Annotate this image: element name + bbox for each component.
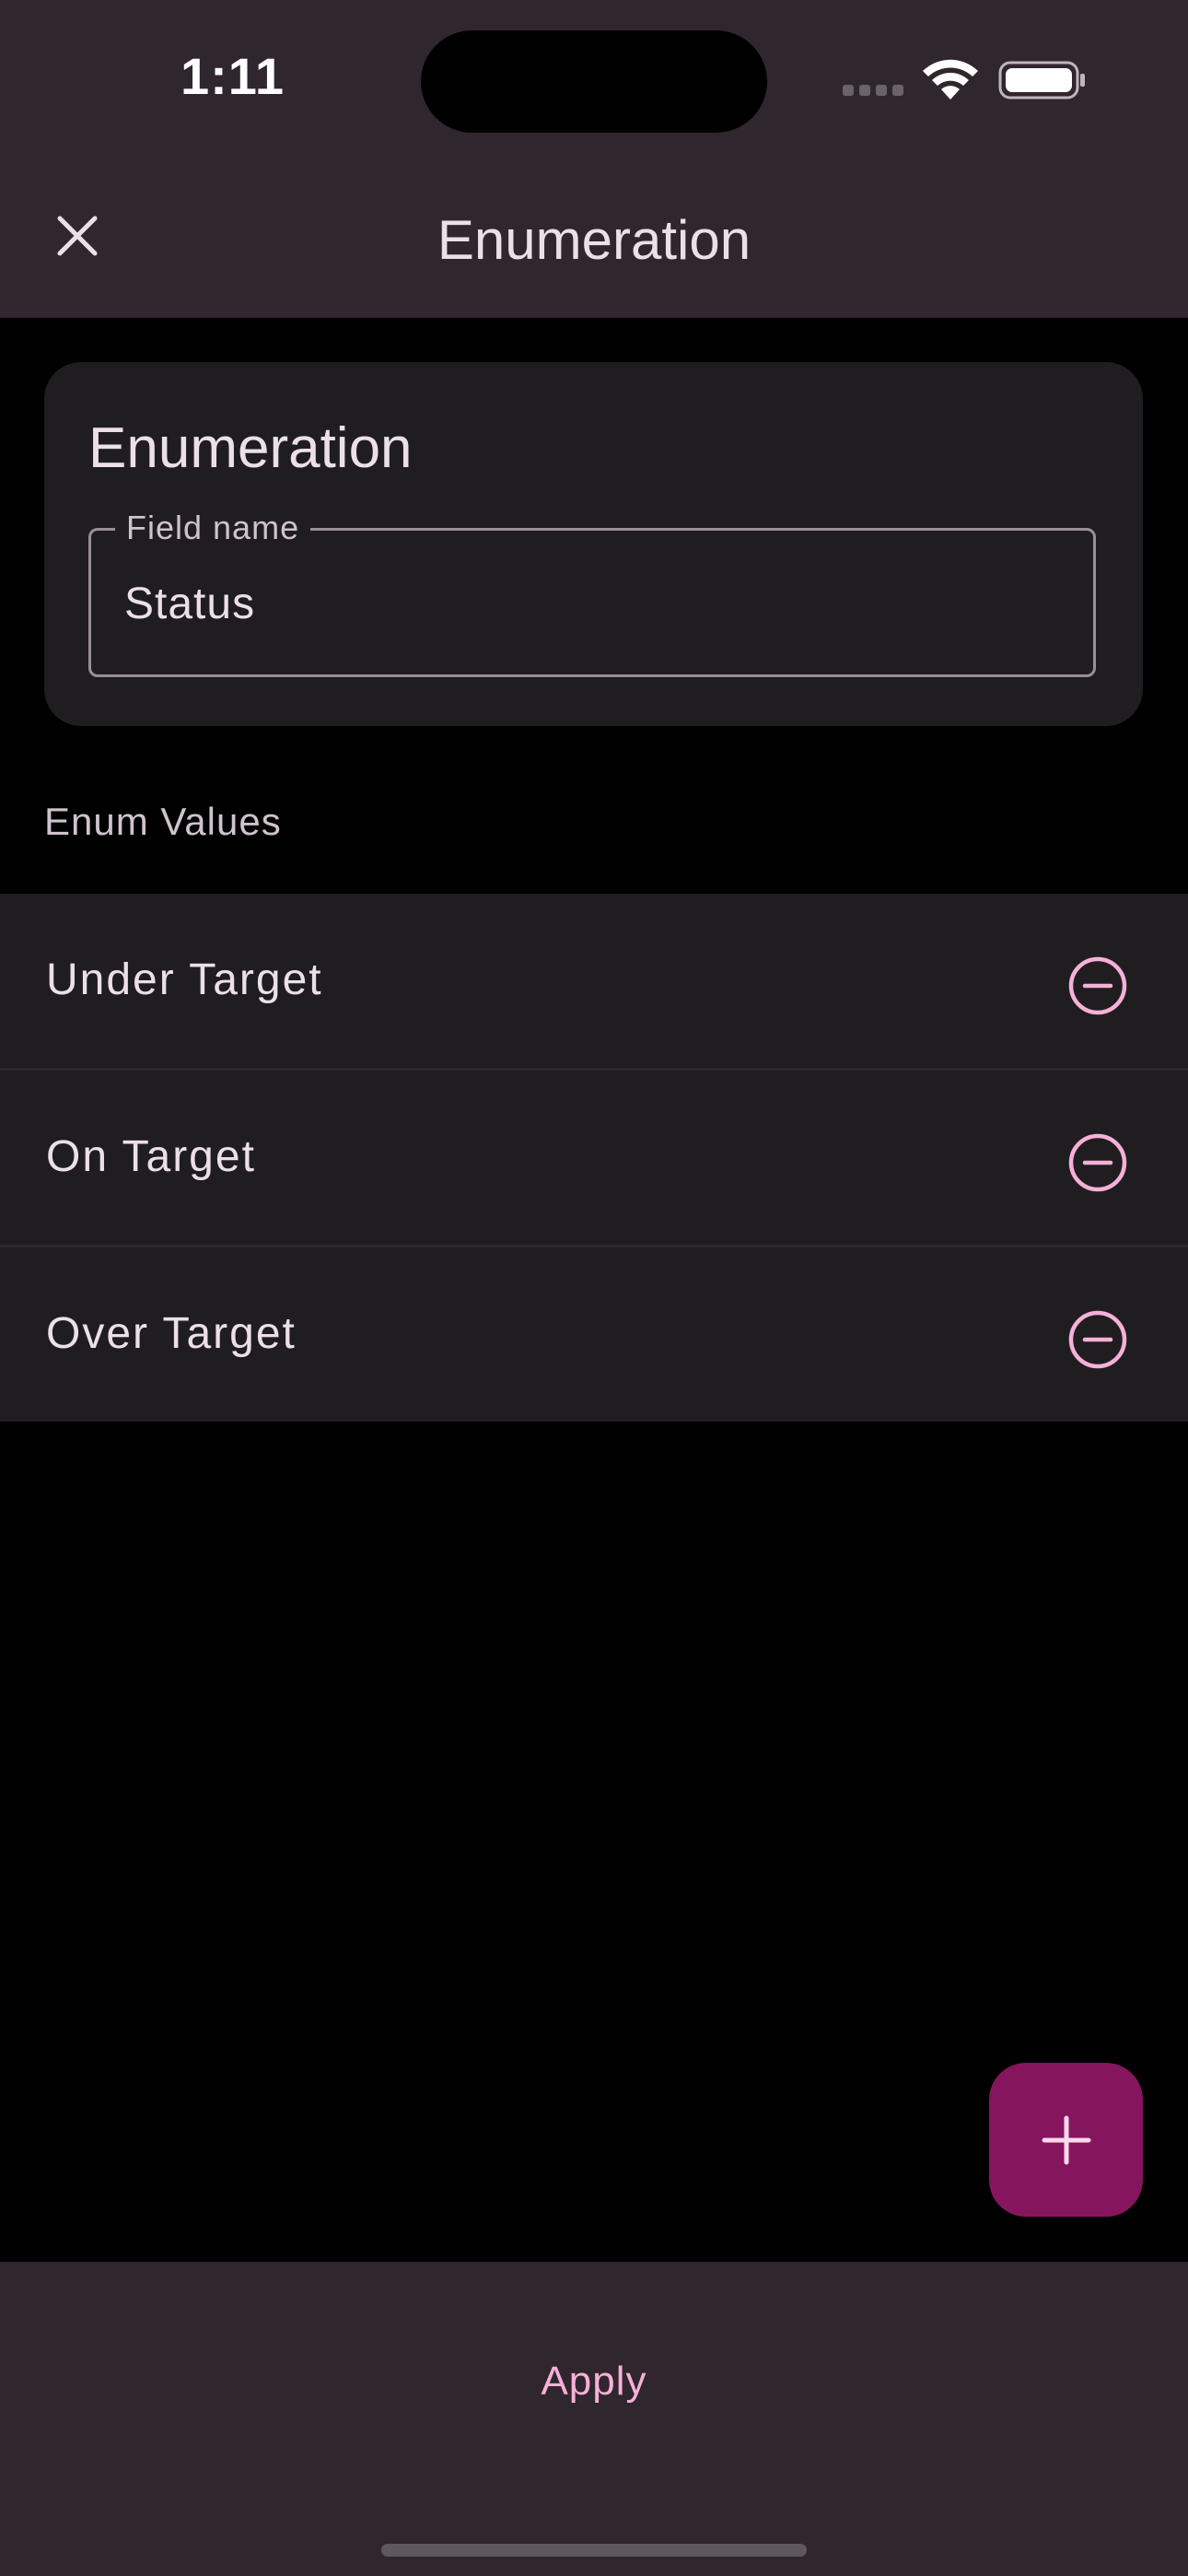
card-title: Enumeration	[88, 416, 413, 480]
enum-value-label: On Target	[46, 1132, 256, 1181]
status-bar-time: 1:11	[181, 47, 285, 105]
enum-values-heading: Enum Values	[44, 800, 282, 843]
remove-value-button[interactable]	[1061, 1126, 1135, 1200]
field-name-field[interactable]: Field name	[88, 509, 1096, 677]
remove-circle-icon	[1068, 1310, 1127, 1369]
add-value-button[interactable]	[989, 2063, 1143, 2217]
top-app-area: 1:11 Enumeration	[0, 0, 1188, 318]
enum-values-list: Under Target On Target Over Target	[0, 894, 1188, 1422]
wifi-icon	[923, 59, 978, 100]
cellular-signal-icon	[843, 85, 903, 96]
list-item[interactable]: Over Target	[0, 1247, 1188, 1422]
home-indicator[interactable]	[381, 2544, 807, 2557]
remove-value-button[interactable]	[1061, 949, 1135, 1023]
page-title: Enumeration	[437, 209, 751, 271]
enum-value-label: Under Target	[46, 955, 323, 1004]
battery-icon	[998, 61, 1085, 100]
apply-button[interactable]: Apply	[479, 2336, 709, 2428]
remove-value-button[interactable]	[1061, 1303, 1135, 1376]
enumeration-card: Enumeration Field name	[44, 362, 1143, 726]
remove-circle-icon	[1068, 956, 1127, 1015]
list-item[interactable]: On Target	[0, 1071, 1188, 1247]
field-name-label: Field name	[115, 509, 311, 547]
dynamic-island	[421, 30, 767, 133]
remove-circle-icon	[1068, 1133, 1127, 1192]
field-name-input[interactable]	[124, 579, 1045, 629]
plus-icon	[1042, 2115, 1090, 2164]
enum-value-label: Over Target	[46, 1309, 297, 1358]
list-item[interactable]: Under Target	[0, 894, 1188, 1071]
bottom-bar: Apply	[0, 2262, 1188, 2576]
